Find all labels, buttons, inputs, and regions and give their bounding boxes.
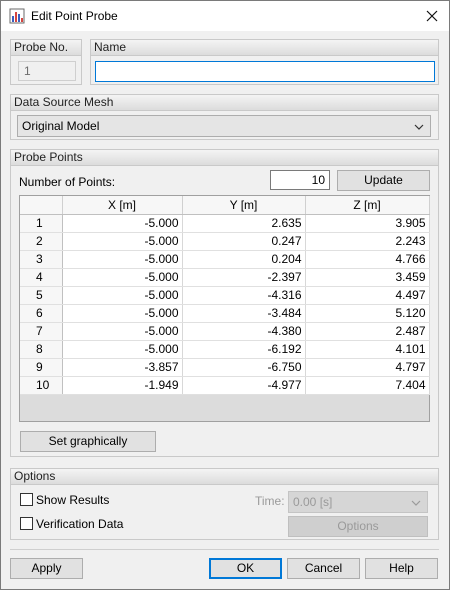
row-index-cell: 1 [20, 214, 63, 233]
column-header-z: Z [m] [305, 196, 430, 215]
data-source-header: Data Source Mesh [11, 95, 438, 111]
y-cell[interactable]: -4.316 [182, 286, 306, 305]
table-row[interactable]: 5 -5.000 -4.316 4.497 [20, 286, 430, 305]
footer-separator [10, 549, 439, 550]
name-input[interactable] [95, 61, 435, 82]
x-cell[interactable]: -5.000 [62, 304, 183, 323]
z-cell[interactable]: 4.797 [305, 358, 430, 377]
options-button[interactable]: Options [288, 516, 428, 537]
probe-points-table: X [m] Y [m] Z [m] 1 -5.000 2.635 3.905 2 -5.0… [19, 195, 430, 422]
title-bar: Edit Point Probe [1, 1, 449, 31]
row-index-cell: 2 [20, 232, 63, 251]
y-cell[interactable]: -6.192 [182, 340, 306, 359]
probe-points-header: Probe Points [11, 150, 438, 166]
apply-button[interactable]: Apply [10, 558, 83, 579]
x-cell[interactable]: -5.000 [62, 232, 183, 251]
data-source-group: Data Source Mesh Original Model [10, 94, 439, 140]
show-results-checkbox[interactable] [20, 493, 33, 506]
column-header-index [20, 196, 63, 215]
table-row[interactable]: 10 -1.949 -4.977 7.404 [20, 376, 430, 395]
y-cell[interactable]: -4.977 [182, 376, 306, 395]
z-cell[interactable]: 5.120 [305, 304, 430, 323]
x-cell[interactable]: -1.949 [62, 376, 183, 395]
y-cell[interactable]: -3.484 [182, 304, 306, 323]
x-cell[interactable]: -5.000 [62, 286, 183, 305]
column-header-x: X [m] [62, 196, 183, 215]
probe-no-field: 1 [18, 61, 76, 81]
y-cell[interactable]: -2.397 [182, 268, 306, 287]
x-cell[interactable]: -5.000 [62, 322, 183, 341]
number-of-points-input[interactable]: 10 [270, 170, 330, 190]
x-cell[interactable]: -5.000 [62, 250, 183, 269]
probe-no-header: Probe No. [11, 40, 81, 56]
table-row[interactable]: 8 -5.000 -6.192 4.101 [20, 340, 430, 359]
close-button[interactable] [415, 1, 449, 31]
ok-button[interactable]: OK [209, 558, 282, 579]
help-button[interactable]: Help [365, 558, 438, 579]
x-cell[interactable]: -5.000 [62, 340, 183, 359]
table-row[interactable]: 3 -5.000 0.204 4.766 [20, 250, 430, 269]
dialog-window: Edit Point Probe Probe No. 1 Name Data S… [0, 0, 450, 590]
y-cell[interactable]: 0.204 [182, 250, 306, 269]
data-source-selected: Original Model [22, 119, 100, 133]
z-cell[interactable]: 3.459 [305, 268, 430, 287]
probe-points-group: Probe Points Number of Points: 10 Update… [10, 149, 439, 457]
chart-app-icon [9, 8, 25, 24]
time-select[interactable]: 0.00 [s] [288, 491, 428, 513]
verification-data-checkbox[interactable] [20, 517, 33, 530]
table-row[interactable]: 9 -3.857 -6.750 4.797 [20, 358, 430, 377]
x-cell[interactable]: -3.857 [62, 358, 183, 377]
column-header-y: Y [m] [182, 196, 306, 215]
x-cell[interactable]: -5.000 [62, 268, 183, 287]
table-row[interactable]: 2 -5.000 0.247 2.243 [20, 232, 430, 251]
name-header: Name [91, 40, 438, 56]
chevron-down-icon [414, 124, 424, 130]
table-header-row: X [m] Y [m] Z [m] [20, 196, 430, 215]
row-index-cell: 5 [20, 286, 63, 305]
y-cell[interactable]: -4.380 [182, 322, 306, 341]
z-cell[interactable]: 3.905 [305, 214, 430, 233]
z-cell[interactable]: 2.243 [305, 232, 430, 251]
table-row[interactable]: 1 -5.000 2.635 3.905 [20, 214, 430, 233]
chevron-down-icon [411, 500, 421, 506]
number-of-points-label: Number of Points: [19, 175, 116, 189]
row-index-cell: 6 [20, 304, 63, 323]
z-cell[interactable]: 4.766 [305, 250, 430, 269]
show-results-label: Show Results [36, 493, 110, 507]
y-cell[interactable]: 0.247 [182, 232, 306, 251]
window-title: Edit Point Probe [31, 9, 118, 23]
options-group: Options Show Results Verification Data T… [10, 468, 439, 540]
row-index-cell: 9 [20, 358, 63, 377]
z-cell[interactable]: 2.487 [305, 322, 430, 341]
points-table: X [m] Y [m] Z [m] 1 -5.000 2.635 3.905 2 -5.0… [20, 196, 430, 395]
table-row[interactable]: 7 -5.000 -4.380 2.487 [20, 322, 430, 341]
z-cell[interactable]: 4.497 [305, 286, 430, 305]
cancel-button[interactable]: Cancel [287, 558, 360, 579]
row-index-cell: 10 [20, 376, 63, 395]
options-header: Options [11, 469, 438, 485]
row-index-cell: 4 [20, 268, 63, 287]
table-row[interactable]: 4 -5.000 -2.397 3.459 [20, 268, 430, 287]
row-index-cell: 3 [20, 250, 63, 269]
update-button[interactable]: Update [337, 170, 430, 191]
row-index-cell: 7 [20, 322, 63, 341]
time-label: Time: [255, 494, 285, 508]
verification-data-label: Verification Data [36, 517, 124, 531]
name-group: Name [90, 39, 439, 85]
probe-no-group: Probe No. 1 [10, 39, 82, 85]
z-cell[interactable]: 7.404 [305, 376, 430, 395]
set-graphically-button[interactable]: Set graphically [20, 431, 156, 452]
table-row[interactable]: 6 -5.000 -3.484 5.120 [20, 304, 430, 323]
y-cell[interactable]: 2.635 [182, 214, 306, 233]
close-icon [426, 10, 438, 22]
x-cell[interactable]: -5.000 [62, 214, 183, 233]
time-selected: 0.00 [s] [293, 495, 333, 509]
y-cell[interactable]: -6.750 [182, 358, 306, 377]
data-source-select[interactable]: Original Model [17, 115, 431, 137]
z-cell[interactable]: 4.101 [305, 340, 430, 359]
row-index-cell: 8 [20, 340, 63, 359]
